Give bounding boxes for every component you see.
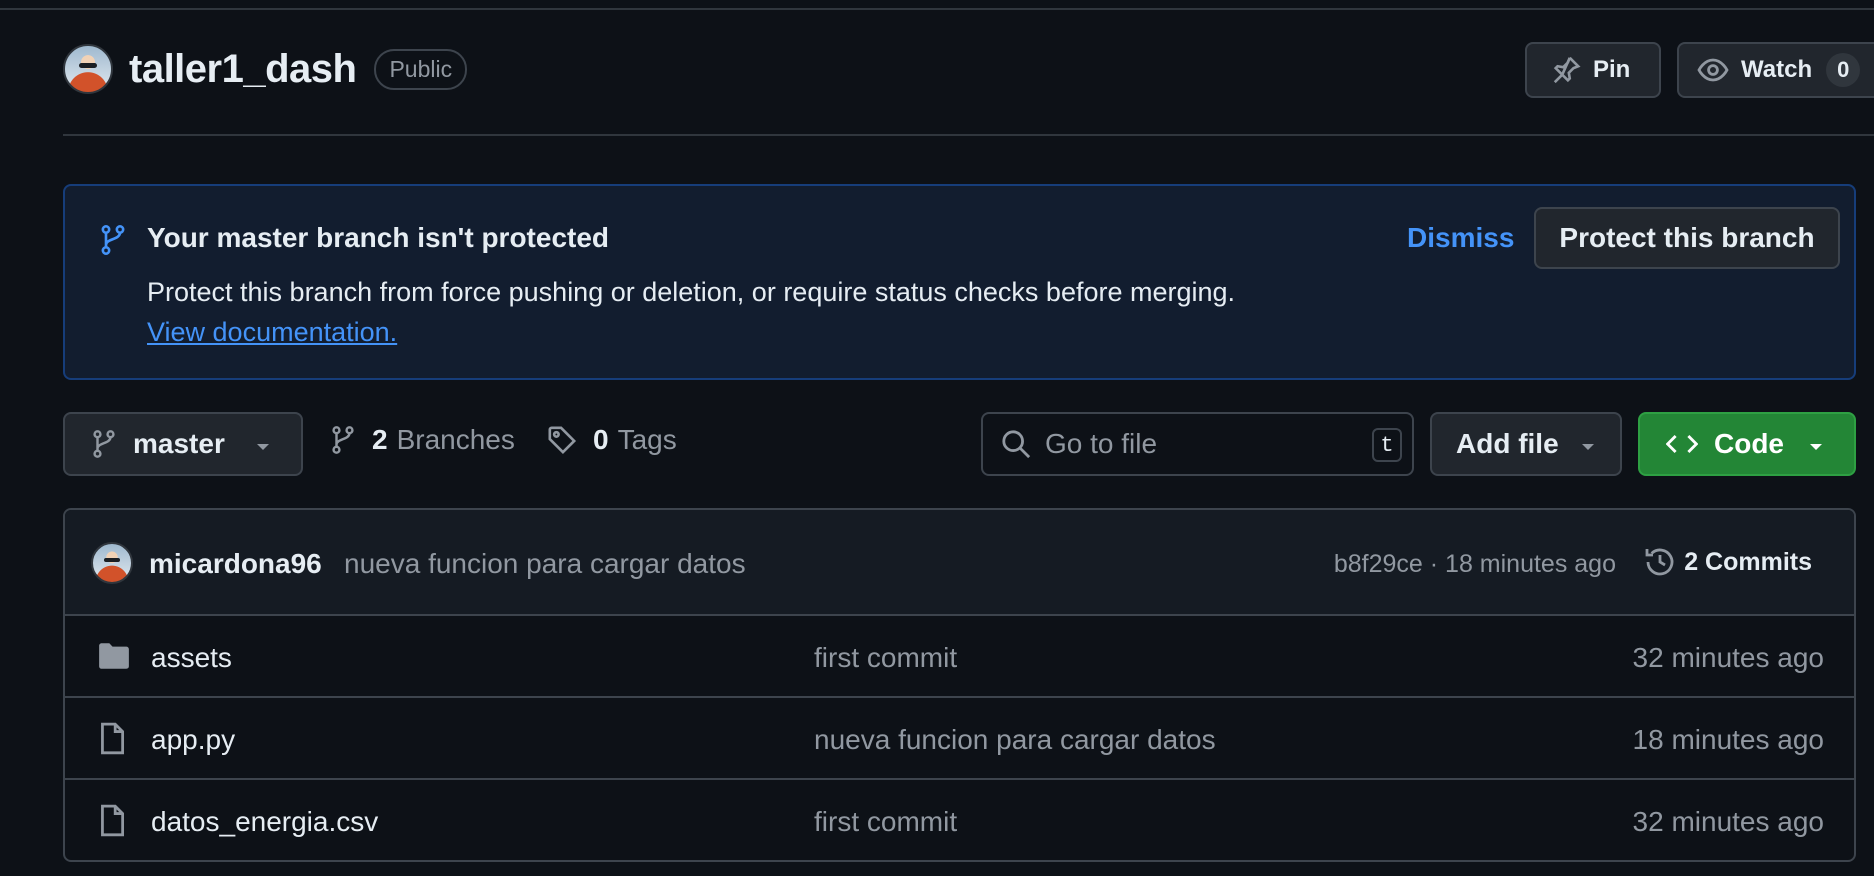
branches-count: 2 [372, 424, 388, 455]
header-divider [63, 134, 1874, 136]
add-file-label: Add file [1456, 428, 1559, 459]
tags-label: Tags [617, 424, 677, 455]
file-row-assets[interactable]: assets first commit 32 minutes ago [65, 616, 1854, 698]
chevron-down-icon [1810, 444, 1822, 450]
file-icon [101, 722, 125, 755]
pin-icon [1553, 56, 1581, 84]
go-to-file-search[interactable]: t [981, 412, 1414, 476]
author-avatar[interactable] [91, 542, 133, 584]
repo-header: taller1_dash Public [63, 44, 468, 94]
commit-author[interactable]: micardona96 [149, 548, 322, 580]
code-button[interactable]: Code [1638, 412, 1856, 476]
git-branch-icon [101, 225, 125, 255]
protect-branch-button[interactable]: Protect this branch [1534, 207, 1840, 269]
watch-button[interactable]: Watch 0 [1677, 42, 1874, 98]
tags-count: 0 [593, 424, 609, 455]
folder-icon [99, 643, 129, 669]
file-name[interactable]: app.py [151, 724, 235, 756]
commit-message[interactable]: nueva funcion para cargar datos [344, 548, 746, 580]
dismiss-button[interactable]: Dismiss [1407, 222, 1514, 254]
file-row-app-py[interactable]: app.py nueva funcion para cargar datos 1… [65, 698, 1854, 780]
watch-label: Watch [1741, 56, 1813, 83]
file-age: 18 minutes ago [1632, 724, 1824, 755]
banner-title: Your master branch isn't protected [147, 222, 610, 253]
visibility-badge: Public [374, 48, 468, 90]
watch-count: 0 [1826, 53, 1861, 87]
eye-icon [1697, 58, 1729, 82]
branches-label: Branches [396, 424, 515, 455]
search-icon [1002, 430, 1031, 459]
file-age: 32 minutes ago [1632, 806, 1824, 837]
chevron-down-icon [257, 444, 269, 450]
tags-link[interactable]: 0 Tags [547, 424, 677, 456]
file-name[interactable]: assets [151, 642, 232, 674]
commits-link[interactable]: 2 Commits [1644, 546, 1812, 578]
add-file-button[interactable]: Add file [1430, 412, 1622, 476]
branches-link[interactable]: 2 Branches [330, 424, 515, 456]
git-branch-icon [332, 426, 354, 454]
code-label: Code [1714, 428, 1784, 459]
commit-meta[interactable]: b8f29ce · 18 minutes ago [1334, 550, 1616, 579]
git-branch-icon [93, 430, 115, 458]
banner-description: Protect this branch from force pushing o… [147, 277, 1236, 307]
file-commit-message[interactable]: first commit [814, 642, 957, 674]
file-name[interactable]: datos_energia.csv [151, 806, 378, 838]
file-row-datos-energia[interactable]: datos_energia.csv first commit 32 minute… [65, 780, 1854, 860]
file-commit-message[interactable]: first commit [814, 806, 957, 838]
file-icon [101, 804, 125, 837]
file-age: 32 minutes ago [1632, 642, 1824, 673]
latest-commit-row: micardona96 nueva funcion para cargar da… [65, 510, 1854, 616]
commits-count: 2 Commits [1684, 547, 1812, 576]
owner-avatar[interactable] [63, 44, 113, 94]
view-documentation-link[interactable]: View documentation. [147, 317, 397, 347]
pin-label: Pin [1593, 56, 1631, 83]
file-table: micardona96 nueva funcion para cargar da… [63, 508, 1856, 862]
code-icon [1666, 434, 1698, 454]
banner-text: Protect this branch from force pushing o… [147, 272, 1247, 352]
shortcut-hint: t [1372, 428, 1402, 462]
top-divider [0, 8, 1874, 10]
search-input[interactable] [1045, 428, 1345, 460]
history-icon [1645, 548, 1674, 576]
tag-icon [548, 426, 577, 455]
chevron-down-icon [1582, 444, 1594, 450]
branch-selector[interactable]: master [63, 412, 303, 476]
branch-protection-banner: Your master branch isn't protected Prote… [63, 184, 1856, 380]
branch-name: master [133, 428, 225, 459]
repo-name[interactable]: taller1_dash [129, 47, 357, 92]
pin-button[interactable]: Pin [1525, 42, 1661, 98]
file-commit-message[interactable]: nueva funcion para cargar datos [814, 724, 1216, 756]
